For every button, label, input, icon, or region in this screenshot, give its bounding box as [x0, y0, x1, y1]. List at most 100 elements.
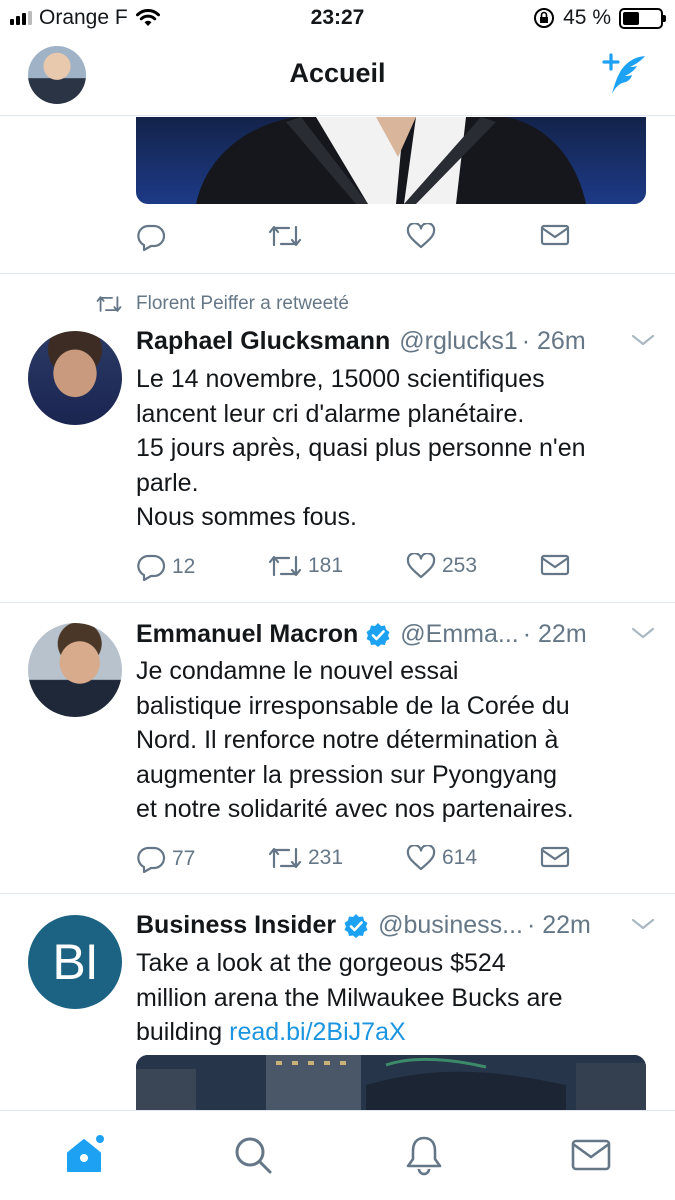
tweet-text-line: parle.	[136, 468, 199, 497]
tweet-actions: 12 181 253	[136, 553, 646, 593]
tweet-time: · 22m	[522, 620, 587, 648]
heart-icon	[406, 845, 436, 871]
chevron-down-icon[interactable]	[630, 624, 656, 642]
battery-icon	[619, 7, 666, 29]
verified-badge-icon	[343, 913, 369, 939]
search-icon	[235, 1137, 272, 1174]
page-title: Accueil	[289, 58, 386, 88]
tweet-media-image[interactable]	[136, 1055, 646, 1110]
retweet-icon	[268, 225, 302, 247]
envelope-icon	[540, 554, 570, 576]
retweet-count: 181	[308, 554, 344, 577]
media-arena-photo	[136, 1055, 646, 1110]
retweet-icon	[268, 847, 302, 869]
reply-button[interactable]: 77	[136, 845, 195, 873]
tweet-text: Take a look at the gorgeous $524 million…	[136, 946, 656, 1050]
home-icon	[67, 1135, 104, 1172]
tweet-text-line: building read.bi/2BiJ7aX	[136, 1015, 656, 1050]
verified-badge-icon	[365, 622, 391, 648]
top-navigation-bar: Accueil	[0, 38, 675, 116]
tab-search[interactable]	[231, 1133, 275, 1177]
chevron-down-icon[interactable]	[630, 915, 656, 933]
envelope-icon	[540, 846, 570, 868]
author-name[interactable]: Raphael Glucksmann	[136, 327, 390, 356]
tweet-text-line: Take a look at the gorgeous $524	[136, 949, 506, 977]
tweet-text-line: balistique irresponsable de la Corée du	[136, 691, 570, 720]
tweet-text-line: million arena the Milwaukee Bucks are	[136, 983, 563, 1012]
avatar-initials: BI	[52, 934, 98, 990]
bottom-tab-bar	[0, 1110, 675, 1200]
tweet-text-line: Le 14 novembre, 15000 scientifiques	[136, 365, 545, 393]
like-button[interactable]: 253	[406, 553, 477, 579]
envelope-icon	[540, 224, 570, 246]
author-handle: @rglucks1	[399, 327, 518, 355]
tweet-text-line: 15 jours après, quasi plus personne n'en	[136, 434, 586, 462]
tweet-text-fragment: building	[136, 1018, 230, 1046]
tweet-header: Raphael Glucksmann @rglucks1 · 26m	[136, 327, 656, 356]
retweet-button[interactable]: 181	[268, 553, 343, 579]
tweet-time: · 22m	[526, 911, 591, 939]
tweet-actions	[136, 223, 646, 263]
like-button[interactable]	[406, 223, 436, 249]
tweet-text-line: Je condamne le nouvel essai	[136, 657, 459, 685]
tweet-text-line: et notre solidarité avec nos partenaires…	[136, 795, 574, 823]
like-button[interactable]: 614	[406, 845, 477, 871]
share-dm-button[interactable]	[540, 223, 570, 247]
heart-icon	[406, 223, 436, 249]
tweet-divider	[0, 273, 675, 274]
retweet-icon	[268, 555, 302, 577]
share-dm-button[interactable]	[540, 845, 570, 869]
tab-notifications[interactable]	[402, 1133, 446, 1177]
tweet-actions: 77 231 614	[136, 845, 646, 885]
reply-icon	[137, 846, 166, 873]
battery-level	[623, 11, 640, 25]
reply-button[interactable]: 12	[136, 553, 195, 581]
tweet-text: Je condamne le nouvel essai balistique i…	[136, 654, 656, 827]
messages-icon	[571, 1139, 611, 1171]
retweet-count: 231	[308, 846, 344, 869]
tweet-media-image[interactable]	[136, 117, 646, 204]
author-handle: @business...	[378, 911, 523, 939]
author-name[interactable]: Business Insider	[136, 911, 336, 940]
like-count: 614	[442, 846, 478, 869]
tweet-header: Emmanuel Macron @Emma... · 22m	[136, 620, 656, 649]
notifications-icon	[406, 1136, 442, 1176]
reply-button[interactable]	[136, 223, 166, 251]
tweet-time: · 26m	[521, 327, 586, 355]
tweet-link[interactable]: read.bi/2BiJ7aX	[229, 1018, 406, 1046]
avatar[interactable]	[28, 331, 122, 425]
battery-percent: 45 %	[563, 6, 611, 29]
timeline-feed[interactable]: Florent Peiffer a retweeté Raphael Gluck…	[0, 117, 675, 1110]
author-handle: @Emma...	[400, 620, 519, 648]
tab-messages[interactable]	[569, 1133, 613, 1177]
tab-home[interactable]	[64, 1133, 108, 1177]
heart-icon	[406, 553, 436, 579]
tweet-text: Le 14 novembre, 15000 scientifiques lanc…	[136, 362, 656, 535]
media-photo-person	[196, 117, 586, 204]
tweet-text-line: augmenter la pression sur Pyongyang	[136, 760, 558, 789]
status-right: 45 %	[533, 6, 666, 30]
tweet-header: Business Insider @business... · 22m	[136, 911, 656, 940]
reply-icon	[137, 224, 166, 251]
reply-icon	[137, 554, 166, 581]
retweet-button[interactable]: 231	[268, 845, 343, 871]
compose-tweet-icon[interactable]	[599, 52, 649, 98]
tweet-divider	[0, 893, 675, 894]
tweet-text-line: Nord. Il renforce notre détermination à	[136, 726, 559, 754]
orientation-lock-icon	[534, 8, 555, 28]
tweet-text-line: lancent leur cri d'alarme planétaire.	[136, 399, 525, 428]
retweet-small-icon	[96, 296, 122, 312]
avatar[interactable]: BI	[28, 915, 122, 1009]
retweeted-by-text: Florent Peiffer a retweeté	[136, 293, 349, 314]
like-count: 253	[442, 554, 478, 577]
status-bar: Orange F 23:27 45 %	[0, 0, 675, 38]
avatar[interactable]	[28, 623, 122, 717]
share-dm-button[interactable]	[540, 553, 570, 577]
chevron-down-icon[interactable]	[630, 331, 656, 349]
retweet-button[interactable]	[268, 223, 302, 249]
reply-count: 12	[172, 555, 196, 578]
tweet-text-line: Nous sommes fous.	[136, 503, 357, 531]
retweet-context[interactable]: Florent Peiffer a retweeté	[96, 293, 349, 315]
author-name[interactable]: Emmanuel Macron	[136, 620, 358, 649]
reply-count: 77	[172, 847, 196, 870]
